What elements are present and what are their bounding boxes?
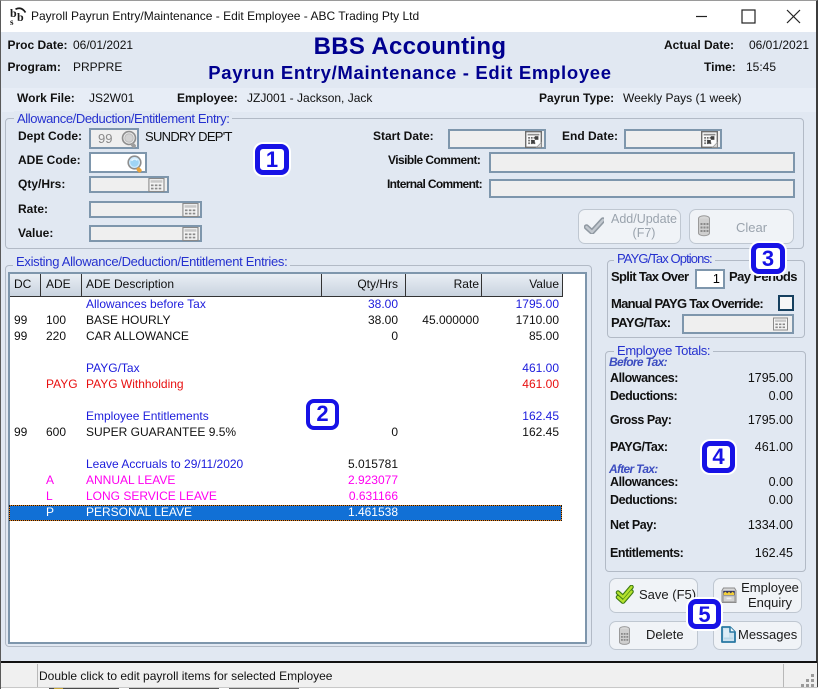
svg-text:b: b [17, 10, 24, 24]
svg-text:s: s [10, 17, 14, 26]
